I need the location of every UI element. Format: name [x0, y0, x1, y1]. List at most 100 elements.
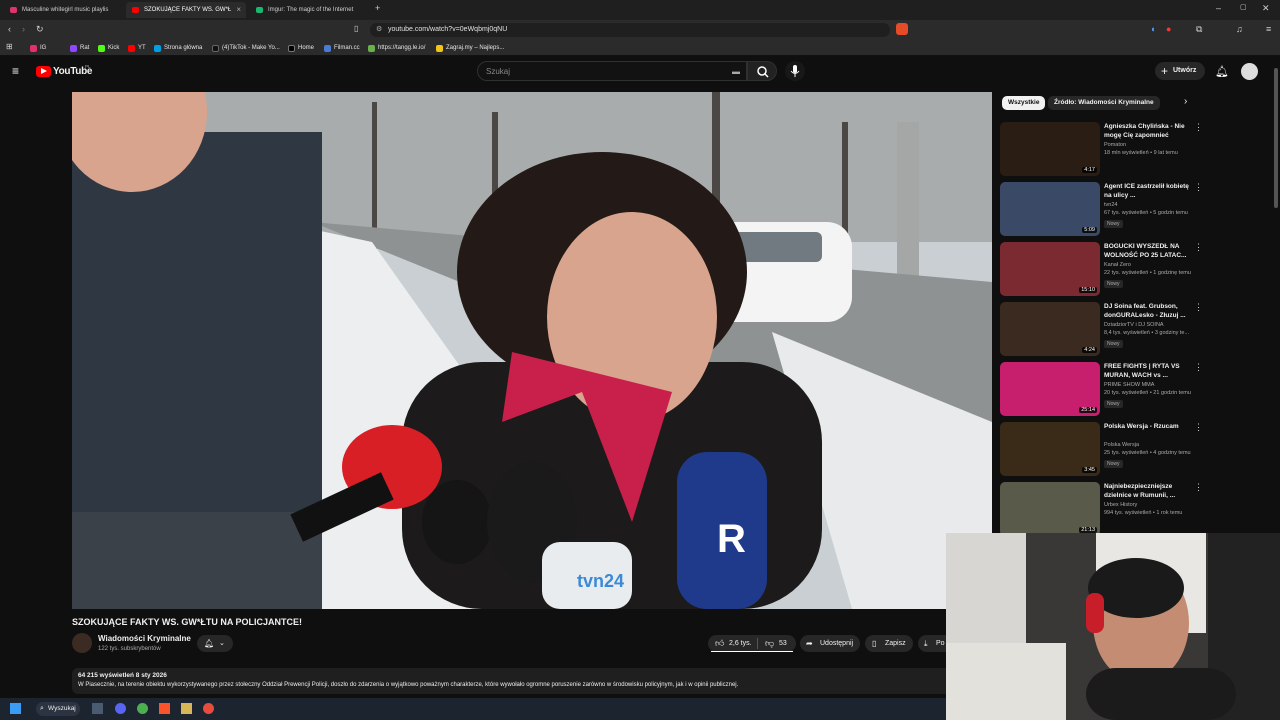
record-icon[interactable]: ●	[1166, 24, 1171, 34]
video-thumbnail[interactable]: 4:17	[1000, 122, 1100, 176]
recommendation-channel[interactable]: Pomaton	[1104, 142, 1126, 148]
like-count[interactable]: 2,6 tys.	[729, 635, 752, 652]
recommendation-title[interactable]: Agent ICE zastrzelił kobietę na ulicy ..…	[1104, 183, 1194, 200]
bookmark-home[interactable]: Strona główna	[154, 43, 202, 53]
bookmark-x-home[interactable]: Home	[288, 43, 314, 53]
channel-name[interactable]: Wiadomości Kryminalne	[98, 634, 191, 643]
video-thumbnail[interactable]: 21:13	[1000, 482, 1100, 536]
chrome-icon[interactable]	[137, 703, 148, 714]
recommendation-item[interactable]: 4:24 DJ Soina feat. Grubson, donGURALesko…	[1000, 302, 1203, 358]
search-button[interactable]	[747, 61, 777, 81]
recommendation-title[interactable]: Najniebezpieczniejsze dzielnice w Rumuni…	[1104, 483, 1194, 500]
recommendation-item[interactable]: 21:13 Najniebezpieczniejsze dzielnice w R…	[1000, 482, 1203, 538]
maximize-icon[interactable]: ▢	[1240, 3, 1247, 11]
bookmark-tanggle[interactable]: https://tangg.le.io/	[368, 43, 425, 53]
video-thumbnail[interactable]: 5:09	[1000, 182, 1100, 236]
app-icon[interactable]	[181, 703, 192, 714]
youtube-logo-icon[interactable]	[36, 66, 51, 77]
recommendation-item[interactable]: 15:10 BOGUCKI WYSZEDŁ NA WOLNOŚĆ PO 25 LA…	[1000, 242, 1203, 298]
more-options-icon[interactable]: ⋮	[1194, 422, 1203, 433]
keyboard-icon[interactable]: ▬	[732, 62, 740, 81]
video-thumbnail[interactable]: 4:24	[1000, 302, 1100, 356]
search-input[interactable]: Szukaj ▬	[477, 61, 747, 81]
description-box[interactable]: 64 215 wyświetleń 8 sty 2026 W Piaseczni…	[72, 668, 952, 694]
extensions-icon[interactable]: ⧉	[1196, 24, 1202, 35]
video-thumbnail[interactable]: 25:14	[1000, 362, 1100, 416]
share-button[interactable]: ➦ Udostępnij	[800, 635, 860, 652]
recommendation-channel[interactable]: Kanał Zero	[1104, 262, 1131, 268]
more-options-icon[interactable]: ⋮	[1194, 242, 1203, 253]
voice-search-button[interactable]	[785, 61, 805, 81]
bookmark-yt[interactable]: YT	[128, 43, 146, 53]
new-badge: Nowy	[1104, 400, 1123, 408]
music-icon[interactable]: ♫	[1236, 24, 1243, 34]
bookmark-filman[interactable]: Filman.cc	[324, 43, 360, 53]
recommendation-title[interactable]: FREE FIGHTS | RYTA VS MURAN, WACH vs ...	[1104, 363, 1194, 380]
close-window-icon[interactable]: ✕	[1262, 3, 1270, 14]
apps-grid-icon[interactable]: ⊞	[6, 42, 13, 51]
recommendation-title[interactable]: Polska Wersja - Rzucam	[1104, 423, 1194, 432]
forward-icon[interactable]: ›	[22, 24, 25, 34]
recommendation-channel[interactable]: Polska Wersja	[1104, 442, 1139, 448]
more-options-icon[interactable]: ⋮	[1194, 482, 1203, 493]
taskbar-search[interactable]: ⌕ Wyszukaj	[36, 702, 80, 716]
browser-tab[interactable]: Imgur: The magic of the Internet	[250, 2, 370, 18]
back-icon[interactable]: ‹	[8, 24, 11, 34]
chevron-right-icon[interactable]: ›	[1184, 96, 1187, 107]
chip-all[interactable]: Wszystkie	[1002, 96, 1046, 110]
subscription-notifications-button[interactable]: 🔔︎ ⌄	[197, 635, 233, 652]
dislike-count[interactable]: 53	[779, 635, 787, 652]
bookmark-tiktok[interactable]: (4)TikTok - Make Yo...	[212, 43, 280, 53]
app-icon[interactable]	[203, 703, 214, 714]
bookmark-rat[interactable]: Rat	[70, 43, 89, 53]
recommendation-item[interactable]: 3:45 Polska Wersja - Rzucam Polska Wersja 2…	[1000, 422, 1203, 478]
more-options-icon[interactable]: ⋮	[1194, 122, 1203, 133]
browser-tab[interactable]: Masculine whitegirl music playlis	[4, 2, 119, 18]
reload-icon[interactable]: ↻	[36, 24, 44, 35]
recommendation-channel[interactable]: PRIME SHOW MMA	[1104, 382, 1154, 388]
recommendation-title[interactable]: BOGUCKI WYSZEDŁ NA WOLNOŚĆ PO 25 LATAC..…	[1104, 243, 1194, 260]
create-button[interactable]: + Utwórz	[1155, 62, 1205, 80]
recommendation-title[interactable]: DJ Soina feat. Grubson, donGURALesko - Z…	[1104, 303, 1194, 320]
hamburger-menu-icon[interactable]: ≡	[12, 64, 19, 78]
new-tab-icon[interactable]: +	[375, 3, 380, 13]
recommendation-channel[interactable]: DziadziorTV i DJ SOINA	[1104, 322, 1164, 328]
minimize-icon[interactable]: –	[1216, 3, 1221, 13]
recommendation-item[interactable]: 4:17 Agnieszka Chylińska - Nie mogę Cię z…	[1000, 122, 1203, 178]
save-button[interactable]: ▯ Zapisz	[865, 635, 913, 652]
more-options-icon[interactable]: ⋮	[1194, 362, 1203, 373]
channel-avatar[interactable]	[72, 633, 92, 653]
discord-icon[interactable]	[115, 703, 126, 714]
video-thumbnail[interactable]: 15:10	[1000, 242, 1100, 296]
bookmark-icon[interactable]: ▯	[354, 24, 358, 33]
url-input[interactable]: ⚙ youtube.com/watch?v=0eWqbmj0qNU	[370, 23, 890, 37]
more-options-icon[interactable]: ⋮	[1194, 302, 1203, 313]
notifications-bell-icon[interactable]: 🔔︎	[1215, 65, 1229, 78]
close-tab-icon[interactable]: ×	[236, 2, 241, 18]
thumbs-down-icon[interactable]: 👎︎	[765, 635, 774, 652]
brave-icon[interactable]	[159, 703, 170, 714]
download-button[interactable]: ⤓ Po	[918, 635, 946, 652]
recommendation-item[interactable]: 25:14 FREE FIGHTS | RYTA VS MURAN, WACH v…	[1000, 362, 1203, 418]
audio-icon[interactable]: ◖	[1150, 24, 1155, 34]
browser-tab-active[interactable]: SZOKUJĄCE FAKTY WS. GW*Ł ×	[126, 2, 246, 18]
menu-icon[interactable]: ≡	[1266, 24, 1271, 34]
recommendation-title[interactable]: Agnieszka Chylińska - Nie mogę Cię zapom…	[1104, 123, 1194, 140]
bookmark-zagraj[interactable]: Zagraj.my – Najleps...	[436, 43, 504, 53]
scrollbar-thumb[interactable]	[1274, 68, 1278, 208]
user-avatar[interactable]	[1241, 63, 1258, 80]
task-view-icon[interactable]	[92, 703, 103, 714]
video-player[interactable]: R tvn24	[72, 92, 992, 609]
video-thumbnail[interactable]: 3:45	[1000, 422, 1100, 476]
brave-shield-icon[interactable]	[896, 23, 908, 35]
recommendation-item[interactable]: 5:09 Agent ICE zastrzelił kobietę na ulic…	[1000, 182, 1203, 238]
bookmark-kick[interactable]: Kick	[98, 43, 119, 53]
more-options-icon[interactable]: ⋮	[1194, 182, 1203, 193]
thumbs-up-icon[interactable]: 👍︎	[715, 635, 724, 652]
recommendation-channel[interactable]: tvn24	[1104, 202, 1117, 208]
page-scrollbar[interactable]	[1273, 60, 1279, 210]
bookmark-ig[interactable]: IG	[30, 43, 46, 53]
recommendation-channel[interactable]: Urbex History	[1104, 502, 1137, 508]
windows-start-icon[interactable]	[10, 703, 21, 714]
chip-source[interactable]: Źródło: Wiadomości Kryminalne	[1048, 96, 1160, 110]
